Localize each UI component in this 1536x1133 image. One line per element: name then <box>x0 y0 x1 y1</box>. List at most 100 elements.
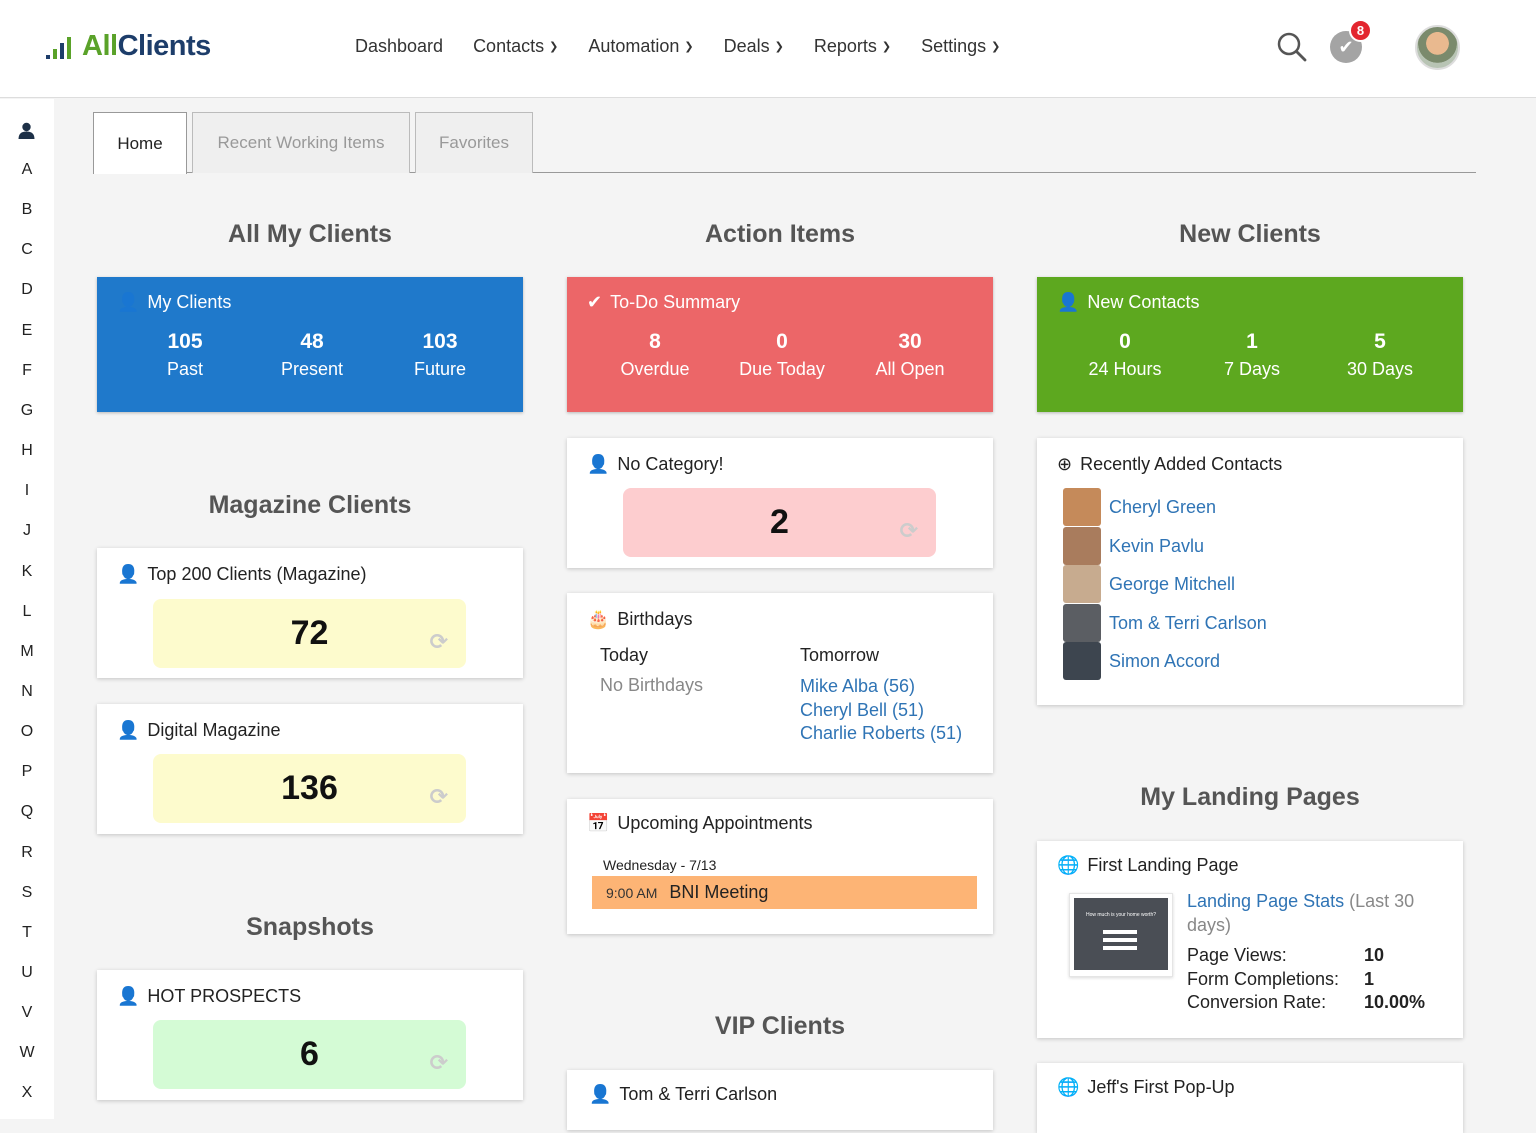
stat-row-label: Conversion Rate: <box>1187 992 1327 1012</box>
refresh-icon[interactable]: ⟳ <box>900 518 918 544</box>
top-200-count-box[interactable]: 72 ⟳ <box>153 599 466 668</box>
contact-name-link[interactable]: George Mitchell <box>1109 574 1235 595</box>
stat-7-days[interactable]: 1 7 Days <box>1182 330 1322 380</box>
search-icon[interactable] <box>1276 31 1308 63</box>
stat-30-days[interactable]: 5 30 Days <box>1310 330 1450 380</box>
new-contacts-card[interactable]: 👤 New Contacts 0 24 Hours 1 7 Days 5 30 Days <box>1037 277 1463 412</box>
alphabet-letter-t[interactable]: T <box>0 924 54 942</box>
stat-label: Future <box>413 359 467 379</box>
birthday-cake-icon: 🎂 <box>587 609 610 629</box>
refresh-icon[interactable]: ⟳ <box>430 784 448 810</box>
stat-all-open[interactable]: 30 All Open <box>840 330 980 380</box>
alphabet-letter-c[interactable]: C <box>0 241 54 259</box>
alphabet-letter-w[interactable]: W <box>0 1044 54 1062</box>
alphabet-letter-h[interactable]: H <box>0 442 54 460</box>
contact-name-link[interactable]: Simon Accord <box>1109 651 1220 672</box>
contact-name-link[interactable]: Kevin Pavlu <box>1109 536 1204 557</box>
nav-contacts[interactable]: Contacts ❯ <box>473 36 558 57</box>
nav-contacts-label: Contacts <box>473 36 545 56</box>
logo-bars-icon <box>46 36 71 59</box>
recent-contact-row[interactable]: Cheryl Green <box>1063 488 1216 526</box>
alphabet-letter-q[interactable]: Q <box>0 803 54 821</box>
nav-dashboard[interactable]: Dashboard <box>355 36 443 57</box>
birthday-contact-link[interactable]: Charlie Roberts (51) <box>800 722 962 746</box>
alphabet-letter-o[interactable]: O <box>0 723 54 741</box>
stat-row-label: Page Views: <box>1187 945 1287 965</box>
nav-automation[interactable]: Automation ❯ <box>588 36 693 57</box>
alphabet-letter-r[interactable]: R <box>0 844 54 862</box>
alphabet-letter-b[interactable]: B <box>0 201 54 219</box>
stat-future[interactable]: 103 Future <box>370 330 510 380</box>
alphabet-letter-n[interactable]: N <box>0 683 54 701</box>
alphabet-letter-a[interactable]: A <box>0 161 54 179</box>
stat-present[interactable]: 48 Present <box>242 330 382 380</box>
stat-24-hours[interactable]: 0 24 Hours <box>1055 330 1195 380</box>
recently-added-contacts-card: ⊕ Recently Added Contacts Cheryl Green Ke… <box>1037 438 1463 705</box>
stat-row-value: 1 <box>1364 968 1375 989</box>
stat-label: Overdue <box>620 359 690 379</box>
stat-row-value: 10 <box>1364 945 1385 965</box>
birthday-contact-link[interactable]: Mike Alba (56) <box>800 675 962 699</box>
alphabet-letter-i[interactable]: I <box>0 482 54 500</box>
stat-label: Past <box>166 359 204 379</box>
recent-contact-row[interactable]: Tom & Terri Carlson <box>1063 604 1267 642</box>
contact-photo <box>1063 604 1101 642</box>
stat-past[interactable]: 105 Past <box>115 330 255 380</box>
contact-name-link[interactable]: Tom & Terri Carlson <box>1109 613 1267 634</box>
todo-summary-card[interactable]: ✔ To-Do Summary 8 Overdue 0 Due Today 30 All… <box>567 277 993 412</box>
birthday-contact-link[interactable]: Cheryl Bell (51) <box>800 699 962 723</box>
alphabet-sidebar: A B C D E F G H I J K L M N O P Q R S T U V W X <box>0 99 54 1119</box>
landing-page-thumbnail[interactable]: How much is your home worth? <box>1069 893 1173 977</box>
logo-text-all: All <box>82 30 118 62</box>
recent-contact-row[interactable]: George Mitchell <box>1063 565 1235 603</box>
appointment-item[interactable]: 9:00 AM BNI Meeting <box>592 876 977 909</box>
stat-value: 48 <box>300 330 324 353</box>
my-clients-card[interactable]: 👤 My Clients 105 Past 48 Present 103 Future <box>97 277 523 412</box>
refresh-icon[interactable]: ⟳ <box>430 1050 448 1076</box>
nav-settings[interactable]: Settings ❯ <box>921 36 1000 57</box>
recent-contact-row[interactable]: Simon Accord <box>1063 642 1220 680</box>
calendar-icon: 📅 <box>587 813 610 833</box>
contact-photo <box>1063 488 1101 526</box>
magazine-clients-title: Magazine Clients <box>208 491 412 519</box>
stat-overdue[interactable]: 8 Overdue <box>585 330 725 380</box>
chevron-down-icon: ❯ <box>684 41 694 53</box>
allclients-logo[interactable]: All Clients <box>44 30 211 63</box>
stat-value: 0 <box>1119 330 1131 353</box>
alphabet-letter-g[interactable]: G <box>0 402 54 420</box>
tab-recent-label: Recent Working Items <box>217 133 385 152</box>
contact-photo <box>1063 527 1101 565</box>
nav-reports[interactable]: Reports ❯ <box>814 36 891 57</box>
stat-due-today[interactable]: 0 Due Today <box>712 330 852 380</box>
logo-text-clients: Clients <box>117 30 212 62</box>
first-landing-page-card: 🌐 First Landing Page How much is your hom… <box>1037 841 1463 1038</box>
alphabet-letter-v[interactable]: V <box>0 1004 54 1022</box>
alphabet-letter-d[interactable]: D <box>0 281 54 299</box>
tab-home[interactable]: Home <box>93 112 187 174</box>
digital-magazine-count-box[interactable]: 136 ⟳ <box>153 754 466 823</box>
recent-contact-row[interactable]: Kevin Pavlu <box>1063 527 1204 565</box>
contact-name-link[interactable]: Cheryl Green <box>1109 497 1216 518</box>
all-contacts-person-icon[interactable] <box>18 122 35 139</box>
alphabet-letter-k[interactable]: K <box>0 563 54 581</box>
alphabet-letter-f[interactable]: F <box>0 362 54 380</box>
user-avatar[interactable] <box>1415 25 1460 70</box>
hot-prospects-count: 6 <box>300 1035 319 1073</box>
alphabet-letter-l[interactable]: L <box>0 603 54 621</box>
landing-page-stats-link[interactable]: Landing Page Stats <box>1187 891 1344 911</box>
hot-prospects-count-box[interactable]: 6 ⟳ <box>153 1020 466 1089</box>
landing-page-card-title: First Landing Page <box>1087 855 1239 875</box>
alphabet-letter-e[interactable]: E <box>0 322 54 340</box>
alphabet-letter-p[interactable]: P <box>0 763 54 781</box>
alphabet-letter-j[interactable]: J <box>0 522 54 540</box>
refresh-icon[interactable]: ⟳ <box>430 629 448 655</box>
alphabet-letter-s[interactable]: S <box>0 884 54 902</box>
alphabet-letter-x[interactable]: X <box>0 1084 54 1102</box>
alphabet-letter-u[interactable]: U <box>0 964 54 982</box>
tab-recent-working-items[interactable]: Recent Working Items <box>192 112 410 173</box>
nav-deals[interactable]: Deals ❯ <box>724 36 784 57</box>
chevron-down-icon: ❯ <box>881 41 892 53</box>
alphabet-letter-m[interactable]: M <box>0 643 54 661</box>
no-category-count-box[interactable]: 2 ⟳ <box>623 488 936 557</box>
tab-favorites[interactable]: Favorites <box>415 112 533 173</box>
